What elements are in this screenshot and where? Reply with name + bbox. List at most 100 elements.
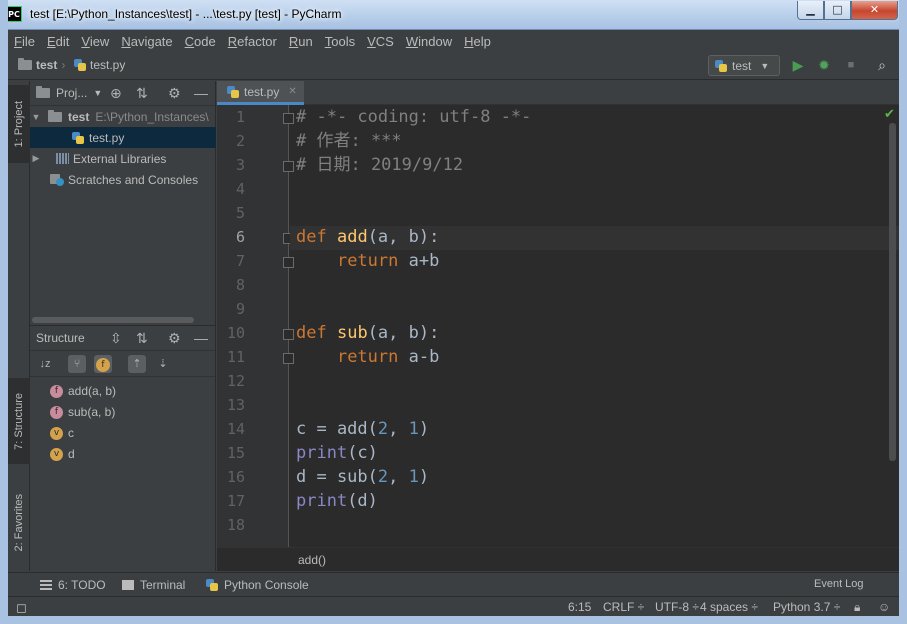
file-encoding[interactable]: UTF-8 ÷ bbox=[655, 600, 699, 614]
horizontal-scrollbar[interactable] bbox=[32, 317, 194, 323]
scratches-icon bbox=[50, 173, 64, 186]
tree-item-scratches[interactable]: Scratches and Consoles bbox=[30, 169, 216, 190]
chevron-right-icon: › bbox=[61, 58, 66, 72]
lock-icon[interactable]: 🔒︎ bbox=[854, 600, 860, 615]
inspection-ok-check-icon[interactable]: ✔ bbox=[884, 106, 895, 122]
tool-tab-terminal[interactable]: Terminal bbox=[122, 578, 185, 592]
terminal-icon bbox=[122, 580, 134, 590]
code-line-15: print(c) bbox=[296, 443, 378, 463]
python-interpreter[interactable]: Python 3.7 ÷ bbox=[773, 600, 840, 614]
hide-panel-icon[interactable]: — bbox=[194, 330, 208, 346]
menu-view[interactable]: View bbox=[75, 34, 115, 49]
code-line-17: print(d) bbox=[296, 491, 378, 511]
inspector-hector-icon[interactable]: ☺ bbox=[878, 600, 890, 614]
tool-tab-favorites[interactable]: 2: Favorites bbox=[8, 481, 30, 565]
show-inherited-icon[interactable]: ⑂ bbox=[68, 355, 86, 373]
collapsed-arrow-icon[interactable]: ▶ bbox=[30, 153, 42, 164]
caret-position[interactable]: 6:15 bbox=[568, 600, 591, 614]
collapse-all-icon[interactable]: ⇅ bbox=[136, 330, 148, 347]
code-line-11: return a-b bbox=[336, 347, 440, 367]
gear-icon[interactable]: ⚙ bbox=[168, 85, 181, 102]
menu-help[interactable]: Help bbox=[458, 34, 497, 49]
close-tab-icon[interactable]: ✕ bbox=[288, 86, 296, 97]
tool-tab-python-console[interactable]: Python Console bbox=[206, 578, 309, 592]
line-number: 17 bbox=[226, 492, 245, 510]
minimize-button[interactable]: ▁ bbox=[797, 1, 824, 20]
menu-vcs[interactable]: VCS bbox=[361, 34, 400, 49]
stop-icon[interactable]: ■ bbox=[843, 57, 859, 73]
locate-target-icon[interactable]: ⊕ bbox=[110, 85, 122, 102]
autoscroll-to-source-icon[interactable]: ⇡ bbox=[128, 355, 146, 373]
tree-item-test-py[interactable]: test.py bbox=[30, 127, 216, 148]
fold-marker-icon[interactable] bbox=[283, 257, 294, 268]
menu-run[interactable]: Run bbox=[283, 34, 319, 49]
fold-marker-icon[interactable] bbox=[283, 329, 294, 340]
menu-code[interactable]: Code bbox=[179, 34, 222, 49]
chevron-down-icon[interactable]: ▼ bbox=[93, 88, 102, 98]
line-number: 9 bbox=[235, 300, 245, 318]
sort-alphabetically-icon[interactable]: ↓z bbox=[36, 355, 54, 373]
menu-tools[interactable]: Tools bbox=[319, 34, 361, 49]
gear-icon[interactable]: ⚙ bbox=[168, 330, 181, 347]
line-number: 14 bbox=[226, 420, 245, 438]
line-number: 1 bbox=[235, 108, 245, 126]
expanded-arrow-icon[interactable]: ▼ bbox=[30, 112, 42, 122]
collapse-all-icon[interactable]: ⇅ bbox=[136, 85, 148, 102]
left-tool-stripe: 1: Project 7: Structure 2: Favorites bbox=[8, 81, 30, 571]
structure-item[interactable]: v d bbox=[50, 444, 75, 464]
tool-tab-structure[interactable]: 7: Structure bbox=[8, 378, 30, 464]
line-number: 5 bbox=[235, 204, 245, 222]
line-separator[interactable]: CRLF ÷ bbox=[603, 600, 644, 614]
tool-tab-favorites-label: 2: Favorites bbox=[13, 494, 25, 552]
hide-panel-icon[interactable]: — bbox=[194, 85, 208, 101]
library-icon bbox=[56, 153, 69, 164]
indent-setting[interactable]: 4 spaces ÷ bbox=[700, 600, 758, 614]
project-view-selector[interactable]: Proj... bbox=[56, 86, 87, 100]
toggle-tool-windows-icon[interactable]: ◻ bbox=[16, 600, 27, 616]
nav-crumb-file[interactable]: test.py bbox=[74, 58, 125, 72]
structure-item-label: d bbox=[68, 447, 75, 461]
close-window-button[interactable]: ✕ bbox=[851, 1, 898, 20]
expand-all-icon[interactable]: ⇳ bbox=[110, 330, 122, 347]
code-line-1: # -*- coding: utf-8 -*- bbox=[296, 107, 532, 127]
tool-tab-event-log[interactable]: Event Log bbox=[814, 578, 864, 590]
show-fields-icon[interactable]: f bbox=[94, 355, 112, 373]
fold-marker-icon[interactable] bbox=[283, 113, 294, 124]
line-number-gutter: 1 2 3 4 5 6 7 8 9 10 11 12 13 14 15 16 1… bbox=[217, 105, 294, 547]
tree-item-external-libraries[interactable]: ▶ External Libraries bbox=[30, 148, 216, 169]
structure-item[interactable]: v c bbox=[50, 423, 74, 443]
fold-marker-icon[interactable] bbox=[283, 161, 294, 172]
editor-tab-bar: test.py ✕ bbox=[217, 81, 899, 105]
menu-file[interactable]: File bbox=[8, 34, 41, 49]
vertical-scrollbar[interactable] bbox=[889, 123, 896, 461]
maximize-button[interactable]: □ bbox=[824, 1, 851, 20]
menu-edit[interactable]: Edit bbox=[41, 34, 75, 49]
autoscroll-from-source-icon[interactable]: ⇣ bbox=[154, 355, 172, 373]
run-config-label: test bbox=[732, 58, 752, 73]
code-editor[interactable]: 1 2 3 4 5 6 7 8 9 10 11 12 13 14 15 16 1… bbox=[217, 105, 899, 547]
structure-item[interactable]: f sub(a, b) bbox=[50, 402, 115, 422]
fold-marker-icon[interactable] bbox=[283, 353, 294, 364]
breadcrumb-function[interactable]: add() bbox=[298, 553, 326, 567]
nav-crumb-project[interactable]: test › bbox=[18, 58, 65, 72]
menu-window[interactable]: Window bbox=[400, 34, 458, 49]
line-number: 11 bbox=[226, 348, 245, 366]
tree-item-project-root[interactable]: ▼ test E:\Python_Instances\ bbox=[30, 106, 216, 127]
structure-item-label: add(a, b) bbox=[68, 384, 117, 398]
line-number: 12 bbox=[226, 372, 245, 390]
tool-tab-project[interactable]: 1: Project bbox=[8, 85, 30, 163]
code-line-6: def add(a, b): bbox=[296, 227, 440, 247]
tool-tab-todo[interactable]: 6: TODO bbox=[40, 578, 106, 592]
menu-navigate[interactable]: Navigate bbox=[115, 34, 178, 49]
run-configuration-dropdown[interactable]: test ▼ bbox=[708, 55, 780, 76]
menu-refactor[interactable]: Refactor bbox=[222, 34, 283, 49]
debug-bug-icon[interactable]: ✹ bbox=[816, 57, 832, 73]
run-icon[interactable]: ▶ bbox=[790, 57, 806, 73]
editor-tab-test-py[interactable]: test.py ✕ bbox=[217, 81, 304, 105]
code-line-7: return a+b bbox=[336, 251, 440, 271]
structure-item[interactable]: f add(a, b) bbox=[50, 381, 116, 401]
line-number: 13 bbox=[226, 396, 245, 414]
structure-item-label: c bbox=[68, 426, 74, 440]
line-number: 7 bbox=[235, 252, 245, 270]
search-icon[interactable]: ⌕ bbox=[874, 57, 890, 73]
